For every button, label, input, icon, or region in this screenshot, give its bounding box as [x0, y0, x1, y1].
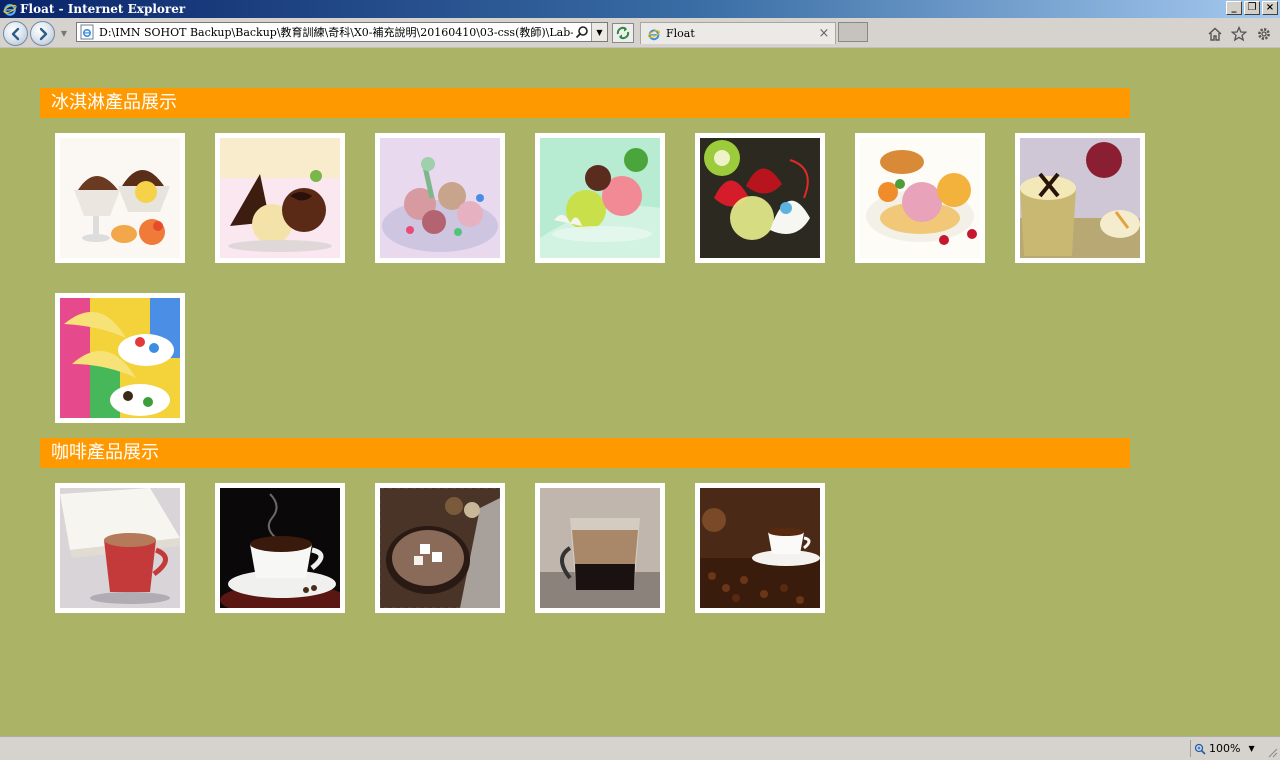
tab-label: Float [666, 27, 695, 40]
colorful-scoops-glass-image [540, 138, 660, 258]
icecream-thumb-7[interactable] [1015, 133, 1145, 263]
arrow-right-icon [39, 27, 47, 40]
coffee-beans-cup-image [700, 488, 820, 608]
favorites-star-icon[interactable] [1231, 26, 1247, 42]
coffee-thumb-5[interactable] [695, 483, 825, 613]
history-dropdown[interactable]: ▼ [58, 29, 70, 39]
refresh-icon [616, 26, 630, 40]
window-title: Float - Internet Explorer [20, 2, 186, 16]
tab-close-icon[interactable]: × [816, 26, 832, 41]
coffee-thumb-1[interactable] [55, 483, 185, 613]
banana-split-candy-image [60, 298, 180, 418]
back-button[interactable] [3, 21, 28, 46]
new-tab-button[interactable] [838, 22, 868, 42]
zoom-level: 100% [1209, 742, 1241, 755]
address-search-button[interactable] [573, 23, 591, 41]
zoom-magnifier-icon [1194, 743, 1206, 755]
red-cup-book-image [60, 488, 180, 608]
icecream-section-header: 冰淇淋產品展示 [40, 88, 1130, 118]
chocolate-sundae-cups-image [60, 138, 180, 258]
coffee-thumb-2[interactable] [215, 483, 345, 613]
page-content: 冰淇淋產品展示 咖啡產品展示 [0, 48, 1280, 736]
home-icon[interactable] [1207, 26, 1223, 42]
restore-button[interactable]: ❐ [1244, 1, 1260, 15]
vanilla-chocolate-scoops-image [220, 138, 340, 258]
candy-sundae-bowl-image [380, 138, 500, 258]
address-dropdown[interactable]: ▼ [591, 23, 607, 41]
dessert-cupcakes-image [1020, 138, 1140, 258]
icecream-thumb-8[interactable] [55, 293, 185, 423]
hot-cocoa-marshmallow-image [380, 488, 500, 608]
window-controls: _ ❐ × [1226, 1, 1278, 15]
close-button[interactable]: × [1262, 1, 1278, 15]
browser-toolbar: ▼ D:\IMN SOHOT Backup\Backup\教育訓練\奇科\X0-… [0, 18, 1280, 48]
gear-icon[interactable] [1256, 26, 1272, 42]
coffee-thumb-4[interactable] [535, 483, 665, 613]
icecream-thumb-4[interactable] [535, 133, 665, 263]
status-bar: 100% ▼ [0, 736, 1280, 760]
resize-grip-icon[interactable] [1266, 746, 1278, 758]
icecream-thumb-5[interactable] [695, 133, 825, 263]
title-bar: Float - Internet Explorer _ ❐ × [0, 0, 1280, 18]
coffee-thumb-3[interactable] [375, 483, 505, 613]
icecream-thumb-6[interactable] [855, 133, 985, 263]
zoom-dropdown[interactable]: ▼ [1248, 744, 1254, 753]
forward-button[interactable] [30, 21, 55, 46]
arrow-left-icon [11, 27, 19, 40]
icecream-thumb-3[interactable] [375, 133, 505, 263]
icecream-thumb-1[interactable] [55, 133, 185, 263]
compatibility-view-button[interactable] [612, 23, 634, 43]
search-icon [575, 26, 588, 39]
ie-tab-icon [647, 29, 661, 40]
address-url[interactable]: D:\IMN SOHOT Backup\Backup\教育訓練\奇科\X0-補充… [99, 24, 573, 40]
strawberry-kiwi-platter-image [700, 138, 820, 258]
ie-logo-icon [3, 4, 17, 16]
tab-float[interactable]: Float × [640, 22, 836, 44]
minimize-button[interactable]: _ [1226, 1, 1242, 15]
page-favicon-icon [80, 24, 94, 40]
latte-glass-cup-image [540, 488, 660, 608]
coffee-section-header: 咖啡產品展示 [40, 438, 1130, 468]
icecream-thumb-2[interactable] [215, 133, 345, 263]
address-bar[interactable]: D:\IMN SOHOT Backup\Backup\教育訓練\奇科\X0-補充… [76, 22, 608, 42]
steaming-black-coffee-image [220, 488, 340, 608]
berry-scoop-pancake-image [860, 138, 980, 258]
zoom-control[interactable]: 100% ▼ [1190, 740, 1264, 757]
